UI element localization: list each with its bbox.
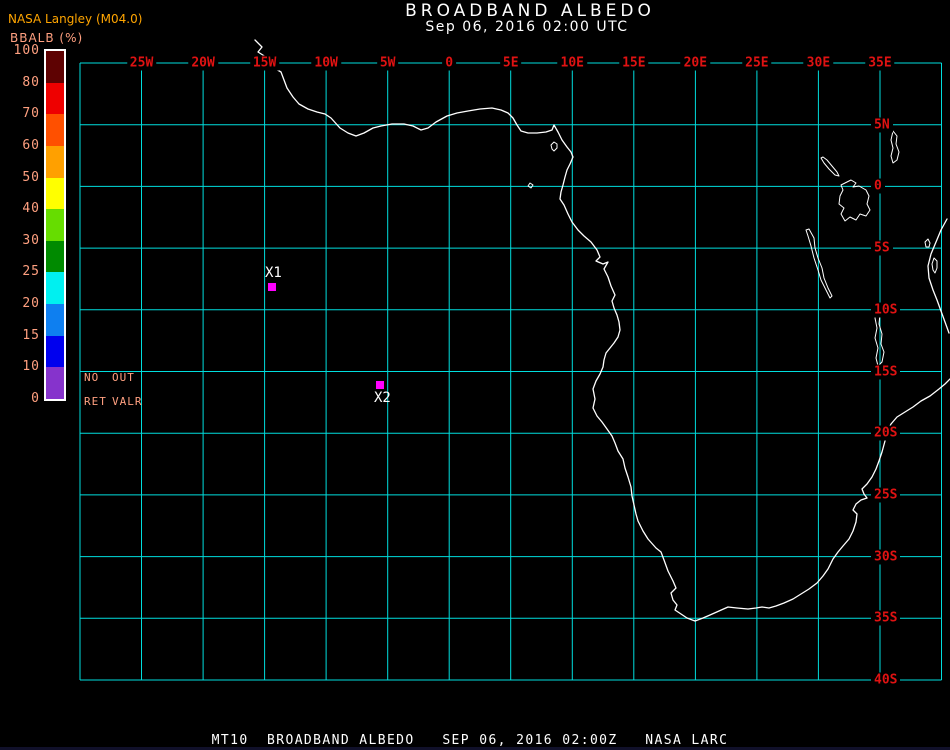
longitude-label: 15E (619, 55, 649, 71)
longitude-label: 15W (249, 55, 280, 71)
latitude-label: 10S (871, 302, 901, 318)
retrieval-flags-legend: NO OUT RET VALR (84, 371, 143, 419)
latitude-label: 5N (871, 117, 893, 133)
latitude-label: 40S (871, 672, 901, 688)
flag-ret: RET (84, 395, 107, 408)
map-svg (79, 39, 950, 681)
longitude-label: 10W (311, 55, 341, 71)
longitude-label: 5W (376, 55, 399, 71)
coastline-path (927, 218, 950, 334)
marker-label: X2 (374, 390, 391, 406)
longitude-label: 25W (126, 55, 157, 71)
flag-valr: VALR (112, 395, 143, 408)
latitude-label: 0 (871, 178, 885, 194)
latitude-label: 30S (871, 549, 901, 565)
lake-outline (890, 130, 900, 164)
flag-out: OUT (112, 371, 135, 384)
island-outline (550, 141, 558, 152)
albedo-map-screen: BROADBAND ALBEDO Sep 06, 2016 02:00 UTC … (0, 0, 950, 750)
point-marker (376, 381, 384, 389)
longitude-label: 20E (680, 55, 711, 71)
island-outline (924, 238, 931, 248)
map-area (0, 0, 950, 750)
longitude-label: 25E (742, 55, 772, 71)
flag-no: NO (84, 371, 100, 384)
longitude-label: 35E (865, 55, 895, 71)
coastline-path (254, 39, 950, 622)
footer-caption: MT10 BROADBAND ALBEDO SEP 06, 2016 02:00… (211, 733, 729, 748)
island-outline (931, 257, 938, 274)
lake-outline (805, 228, 833, 299)
lake-outline (820, 156, 840, 177)
latitude-label: 25S (871, 487, 901, 503)
latitude-label: 5S (871, 240, 893, 256)
longitude-label: 0 (442, 55, 457, 71)
marker-label: X1 (265, 265, 282, 281)
latitude-label: 15S (871, 364, 901, 379)
longitude-label: 30E (803, 55, 834, 71)
island-outline (527, 182, 534, 189)
latitude-label: 20S (871, 425, 901, 441)
longitude-label: 5E (499, 55, 522, 71)
longitude-label: 20W (188, 55, 218, 71)
latitude-label: 35S (871, 610, 901, 626)
point-marker (268, 283, 276, 291)
longitude-label: 10E (557, 55, 588, 71)
